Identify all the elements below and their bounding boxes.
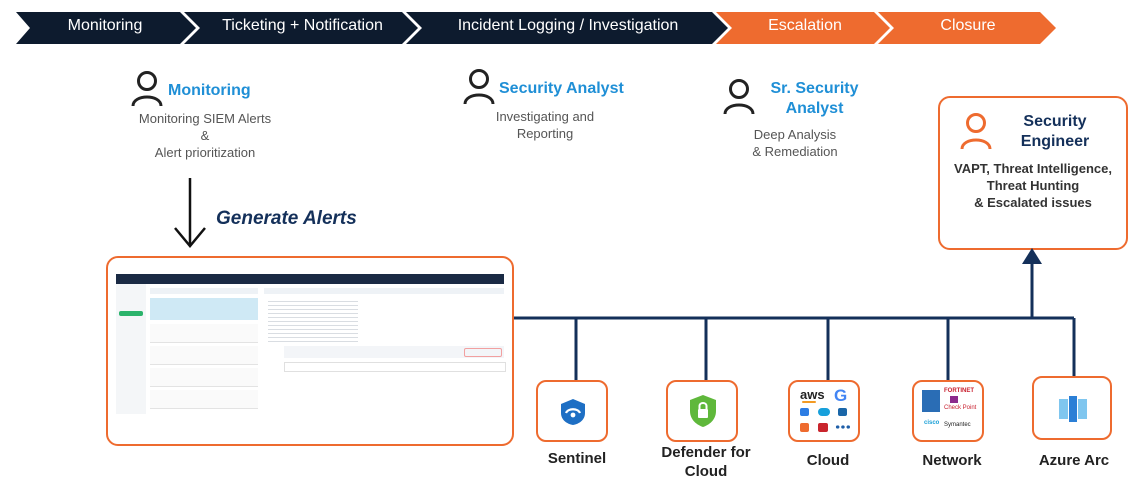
arrow-down-icon [174,178,206,248]
cloud-providers-icon: aws G [790,382,858,440]
network-vendors-icon: FORTINET Check Point cisco Symantec [922,388,977,428]
role-title-security-engineer: Security Engineer [1020,113,1090,150]
azure-arc-box [1032,376,1112,440]
siem-dashboard-thumbnail [106,256,514,446]
thumbnail-sidebar-active [119,311,143,316]
cloud-label: Cloud [806,452,850,469]
sentinel-label: Sentinel [547,450,607,467]
thumbnail-sidebar [116,284,146,414]
stage-label-incident: Incident Logging / Investigation [457,17,679,34]
stage-label-closure: Closure [940,17,996,34]
role-title-security-analyst: Security Analyst [499,80,624,97]
defender-shield-icon [690,395,716,427]
role-desc-monitoring: Monitoring SIEM Alerts & Alert prioritiz… [138,111,272,160]
cloud-box: aws G [788,380,860,442]
role-desc-security-analyst: Investigating and Reporting [495,109,595,141]
stage-label-ticketing: Ticketing + Notification [222,17,383,34]
network-box: FORTINET Check Point cisco Symantec [912,380,984,442]
thumbnail-action-button [464,348,502,357]
stage-label-escalation: Escalation [768,17,842,34]
generate-alerts-label: Generate Alerts [216,208,357,229]
network-label: Network [922,452,982,469]
person-icon [131,71,163,107]
sentinel-icon [561,399,585,425]
security-engineer-card: Security Engineer VAPT, Threat Intellige… [938,96,1128,250]
person-icon [960,113,992,150]
person-icon [463,69,495,105]
thumbnail-alert-row [150,368,258,387]
defender-for-cloud-label: Defender for Cloud [661,444,751,480]
role-desc-sr-security-analyst: Deep Analysis & Remediation [752,127,838,159]
thumbnail-alert-row [150,346,258,365]
stage-label-monitoring: Monitoring [67,17,143,34]
thumbnail-comment-box [284,362,506,372]
role-title-monitoring: Monitoring [168,82,251,99]
thumbnail-alert-row [150,324,258,343]
thumbnail-header-bar [116,274,504,284]
thumbnail-alert-row [150,390,258,409]
thumbnail-detail-fields [268,298,358,342]
azure-arc-icon [1059,396,1087,422]
defender-for-cloud-box [666,380,738,442]
sentinel-box [536,380,608,442]
role-title-sr-security-analyst: Sr. Security Analyst [770,80,859,117]
thumbnail-alert-selected [150,298,258,320]
role-desc-security-engineer: VAPT, Threat Intelligence, Threat Huntin… [954,161,1112,210]
azure-arc-label: Azure Arc [1038,452,1110,469]
